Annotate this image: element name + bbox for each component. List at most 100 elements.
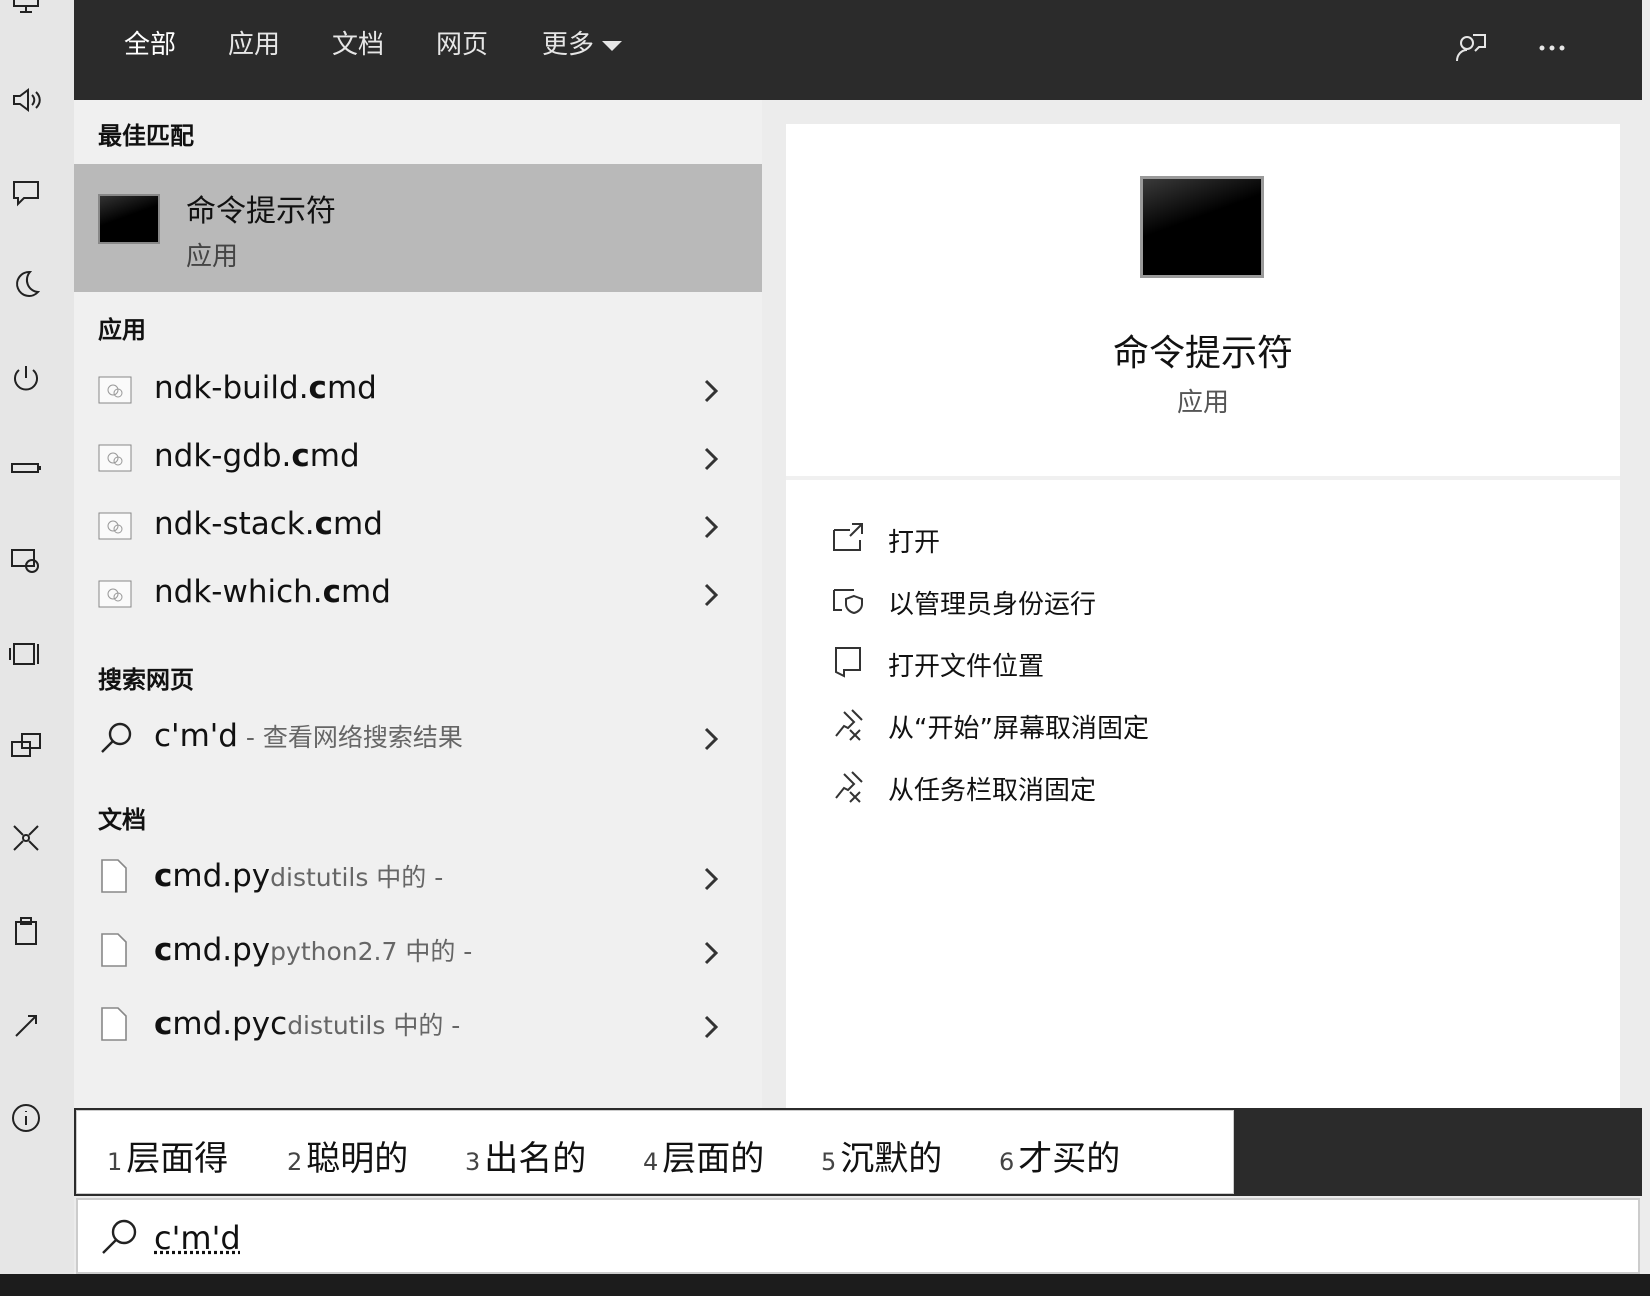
web-search-result[interactable]: c'm'd - 查看网络搜索结果 — [74, 706, 762, 774]
match-highlight: c — [308, 370, 327, 406]
candidate-text: 出名的 — [484, 1139, 587, 1179]
power-icon[interactable] — [4, 356, 48, 400]
best-match-item[interactable]: 命令提示符 应用 — [74, 164, 762, 292]
ime-candidate[interactable]: 2 聪明的 — [287, 1131, 408, 1180]
match-highlight: c — [154, 932, 173, 968]
search-input[interactable] — [154, 1212, 1614, 1264]
preview-pane: 命令提示符 应用 打开 以管理员身份运行 打开文件位置 从“开始”屏幕取消固定 … — [786, 124, 1620, 1110]
preview-title: 命令提示符 — [1112, 333, 1293, 374]
connect-icon[interactable] — [4, 724, 48, 768]
ime-candidate[interactable]: 6 才买的 — [999, 1131, 1120, 1180]
candidate-text: 层面得 — [126, 1139, 229, 1179]
action-label: 从任务栏取消固定 — [888, 776, 1097, 806]
app-result-ext: md — [341, 574, 391, 610]
chevron-down-icon — [602, 40, 623, 51]
info-icon[interactable] — [4, 1096, 48, 1140]
best-match-title: 命令提示符 — [186, 194, 336, 229]
battery-icon[interactable] — [4, 446, 48, 490]
more-options-icon[interactable] — [1528, 24, 1576, 72]
tab-all[interactable]: 全部 — [124, 24, 176, 61]
chevron-right-icon[interactable] — [696, 444, 726, 474]
command-prompt-icon — [98, 194, 160, 244]
apps-heading: 应用 — [98, 316, 146, 344]
app-result-name: ndk-which. — [154, 574, 323, 610]
match-highlight: c — [291, 438, 310, 474]
app-result-label: ndk-stack.cmd — [154, 506, 383, 542]
notification-icon[interactable] — [4, 170, 48, 214]
candidate-text: 层面的 — [662, 1139, 765, 1179]
project-icon[interactable] — [4, 632, 48, 676]
candidate-number: 3 — [465, 1148, 481, 1176]
web-search-label: c'm'd - 查看网络搜索结果 — [154, 718, 463, 754]
tab-more[interactable]: 更多 — [542, 24, 623, 61]
document-name: md.pyc — [172, 1006, 288, 1042]
candidate-text: 才买的 — [1018, 1139, 1121, 1179]
feedback-icon[interactable] — [1446, 24, 1494, 72]
search-box — [76, 1198, 1640, 1274]
app-result-ndk-build[interactable]: ndk-build.cmd — [74, 358, 762, 426]
command-prompt-icon — [1140, 176, 1264, 278]
web-search-heading: 搜索网页 — [98, 666, 194, 694]
display-icon[interactable] — [4, 0, 48, 26]
web-search-query: c'm'd — [154, 718, 238, 754]
tab-web[interactable]: 网页 — [436, 24, 488, 61]
volume-icon[interactable] — [4, 78, 48, 122]
document-label: cmd.pypython2.7 中的 - — [154, 932, 472, 968]
ime-candidate-window: 1 层面得 2 聪明的 3 出名的 4 层面的 5 沉默的 6 才买的 — [76, 1110, 1234, 1194]
chevron-right-icon[interactable] — [696, 1012, 726, 1042]
action-label: 打开 — [888, 528, 941, 558]
app-result-name: ndk-build. — [154, 370, 309, 406]
document-result[interactable]: cmd.pycdistutils 中的 - — [74, 994, 762, 1062]
document-result[interactable]: cmd.pypython2.7 中的 - — [74, 920, 762, 988]
candidate-number: 1 — [107, 1148, 123, 1176]
document-name: md.py — [172, 858, 271, 894]
tab-documents[interactable]: 文档 — [332, 24, 384, 61]
ime-candidate[interactable]: 5 沉默的 — [821, 1131, 942, 1180]
search-icon — [98, 1216, 140, 1258]
clipboard-icon[interactable] — [4, 910, 48, 954]
ime-candidate[interactable]: 3 出名的 — [465, 1131, 586, 1180]
app-result-ndk-which[interactable]: ndk-which.cmd — [74, 562, 762, 630]
chevron-right-icon[interactable] — [696, 724, 726, 754]
document-label: cmd.pydistutils 中的 - — [154, 858, 443, 894]
chevron-right-icon[interactable] — [696, 580, 726, 610]
night-light-icon[interactable] — [4, 262, 48, 306]
action-label: 以管理员身份运行 — [888, 590, 1097, 620]
candidate-text: 聪明的 — [306, 1139, 409, 1179]
tab-apps[interactable]: 应用 — [228, 24, 280, 61]
search-results-pane: 最佳匹配 命令提示符 应用 应用 ndk-build.cmd ndk-gdb.c… — [74, 100, 762, 1110]
document-icon — [101, 933, 127, 967]
chevron-right-icon[interactable] — [696, 864, 726, 894]
chevron-right-icon[interactable] — [696, 512, 726, 542]
web-search-suffix: - 查看网络搜索结果 — [237, 723, 463, 752]
network-icon[interactable] — [4, 816, 48, 860]
cmd-file-icon — [98, 512, 132, 540]
document-location: distutils 中的 - — [270, 863, 444, 892]
chevron-right-icon[interactable] — [696, 938, 726, 968]
documents-heading: 文档 — [98, 806, 146, 834]
preview-subtitle: 应用 — [1176, 388, 1229, 418]
match-highlight: c — [154, 858, 173, 894]
unpin-icon — [830, 768, 866, 804]
candidate-number: 5 — [821, 1148, 837, 1176]
cmd-file-icon — [98, 376, 132, 404]
app-result-name: ndk-gdb. — [154, 438, 292, 474]
candidate-number: 6 — [999, 1148, 1015, 1176]
document-result[interactable]: cmd.pydistutils 中的 - — [74, 846, 762, 914]
app-result-ext: md — [309, 438, 360, 474]
divider — [786, 476, 1620, 480]
document-label: cmd.pycdistutils 中的 - — [154, 1006, 460, 1042]
match-highlight: c — [314, 506, 334, 542]
candidate-number: 4 — [643, 1148, 659, 1176]
screen-snip-icon[interactable] — [4, 538, 48, 582]
app-result-ndk-stack[interactable]: ndk-stack.cmd — [74, 494, 762, 562]
match-highlight: c — [322, 574, 342, 610]
app-result-ext: md — [326, 370, 377, 406]
candidate-text: 沉默的 — [840, 1139, 943, 1179]
ime-candidate[interactable]: 4 层面的 — [643, 1131, 764, 1180]
taskbar — [0, 1274, 1650, 1296]
app-result-ndk-gdb[interactable]: ndk-gdb.cmd — [74, 426, 762, 494]
ime-candidate[interactable]: 1 层面得 — [107, 1131, 228, 1180]
collapse-icon[interactable] — [4, 1004, 48, 1048]
chevron-right-icon[interactable] — [696, 376, 726, 406]
